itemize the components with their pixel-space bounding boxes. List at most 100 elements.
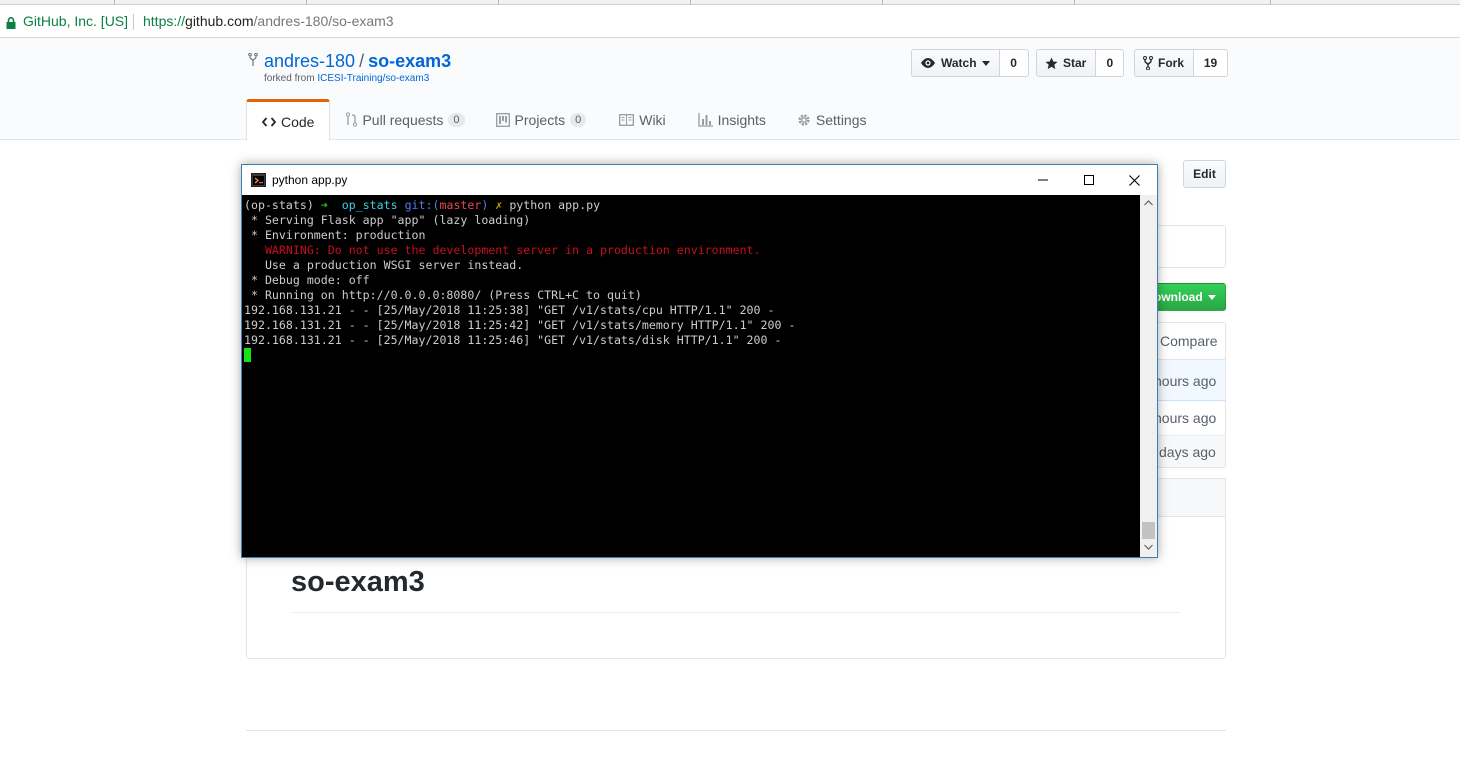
file-time: days ago	[1159, 444, 1216, 460]
forked-from-link[interactable]: ICESI-Training/so-exam3	[317, 73, 429, 84]
prompt-git: git:(	[404, 198, 440, 212]
file-time: hours ago	[1154, 410, 1217, 426]
footer-divider	[246, 730, 1226, 731]
prompt-dirty: ✗	[495, 198, 503, 212]
console-output[interactable]: (op-stats) ➜ op_stats git:(master) ✗ pyt…	[242, 195, 1140, 557]
repo-owner-link[interactable]: andres-180	[264, 51, 355, 71]
watch-button[interactable]: Watch	[911, 49, 1000, 77]
console-log-line: 192.168.131.21 - - [25/May/2018 11:25:38…	[244, 303, 775, 317]
close-button[interactable]	[1111, 165, 1157, 195]
address-bar[interactable]: GitHub, Inc. [US] https://github.com/and…	[0, 5, 1460, 38]
console-line: Use a production WSGI server instead.	[244, 258, 524, 272]
prompt-command: python app.py	[509, 198, 601, 212]
star-count[interactable]: 0	[1096, 49, 1125, 77]
pull-request-icon	[346, 112, 358, 127]
console-title: python app.py	[272, 173, 348, 187]
tab-wiki[interactable]: Wiki	[619, 99, 666, 140]
tab-settings-label: Settings	[815, 111, 867, 128]
console-line: * Debug mode: off	[244, 273, 370, 287]
file-list-panel: Compare hours ago hours ago days ago	[1150, 322, 1226, 468]
tab-insights-label: Insights	[717, 111, 766, 128]
tab-projects-label: Projects	[514, 111, 566, 128]
file-row[interactable]: hours ago	[1150, 401, 1225, 436]
projects-counter: 0	[570, 112, 587, 127]
maximize-button[interactable]	[1066, 165, 1112, 195]
lock-icon	[6, 17, 16, 29]
eye-icon	[921, 58, 935, 68]
watch-label: Watch	[941, 56, 977, 70]
star-label: Star	[1063, 56, 1087, 70]
graph-icon	[698, 112, 713, 127]
scroll-down-icon[interactable]	[1144, 544, 1153, 550]
console-window[interactable]: python app.py (op-stats) ➜ op_stats git:…	[241, 164, 1158, 558]
repo-forked-icon	[248, 53, 258, 66]
url-protocol: https://	[143, 13, 186, 29]
forked-from-prefix: forked from	[264, 73, 318, 84]
watch-count[interactable]: 0	[999, 49, 1029, 77]
watch-group: Watch 0	[911, 49, 1029, 77]
fork-label: Fork	[1158, 56, 1185, 70]
fork-count[interactable]: 19	[1194, 49, 1229, 77]
url-path: /andres-180/so-exam3	[253, 13, 394, 29]
tab-insights[interactable]: Insights	[698, 99, 766, 140]
fork-group: Fork 19	[1134, 49, 1229, 77]
console-log-line: 192.168.131.21 - - [25/May/2018 11:25:46…	[244, 333, 782, 347]
compare-link[interactable]: Compare	[1160, 333, 1218, 349]
readme-header	[1150, 478, 1226, 517]
prompt-env: (op-stats)	[244, 198, 314, 212]
description-box	[1150, 225, 1226, 268]
prompt-branch: master	[439, 198, 482, 212]
console-line: * Serving Flask app "app" (lazy loading)	[244, 213, 531, 227]
clone-download-label: ownload	[1154, 290, 1203, 304]
chevron-down-icon	[1207, 294, 1216, 300]
book-icon	[619, 113, 635, 126]
fork-button[interactable]: Fork	[1134, 49, 1195, 77]
site-identity[interactable]: GitHub, Inc. [US]	[23, 13, 128, 29]
repo-name-link[interactable]: so-exam3	[368, 51, 451, 71]
fork-icon	[1143, 56, 1153, 70]
readme-title-rule	[291, 612, 1180, 613]
tab-settings[interactable]: Settings	[797, 99, 867, 140]
console-scrollbar[interactable]	[1140, 195, 1157, 557]
console-warning-line: WARNING: Do not use the development serv…	[244, 243, 761, 257]
prompt-arrow: ➜	[320, 198, 328, 212]
tab-pull-requests[interactable]: Pull requests 0	[346, 99, 465, 140]
repo-nav-tabs: Code Pull requests 0 Projects 0 Wiki Ins…	[246, 99, 867, 141]
console-log-line: 192.168.131.21 - - [25/May/2018 11:25:42…	[244, 318, 796, 332]
prompt-git-close: )	[481, 198, 489, 212]
edit-description-button[interactable]: Edit	[1183, 160, 1226, 188]
maximize-icon	[1084, 175, 1094, 185]
repo-header: andres-180/so-exam3 forked from ICESI-Tr…	[0, 38, 1460, 141]
tab-code[interactable]: Code	[246, 99, 331, 141]
console-line: * Running on http://0.0.0.0:8080/ (Press…	[244, 288, 642, 302]
console-cursor-line	[244, 348, 1140, 363]
star-button[interactable]: Star	[1036, 49, 1097, 77]
readme-title: so-exam3	[291, 566, 425, 598]
tab-wiki-label: Wiki	[639, 111, 666, 128]
minimize-button[interactable]	[1020, 165, 1066, 195]
repo-title: andres-180/so-exam3	[264, 51, 451, 72]
chevron-down-icon	[981, 60, 990, 66]
console-scroll-thumb[interactable]	[1142, 522, 1155, 539]
console-prompt-line: (op-stats) ➜ op_stats git:(master) ✗ pyt…	[244, 198, 1140, 213]
url-text[interactable]: https://github.com/andres-180/so-exam3	[143, 13, 394, 29]
forked-from: forked from ICESI-Training/so-exam3	[264, 73, 429, 84]
console-cursor	[244, 348, 251, 362]
repo-title-separator: /	[359, 51, 365, 71]
scroll-up-icon[interactable]	[1144, 200, 1153, 206]
code-icon	[262, 116, 276, 127]
file-row[interactable]: days ago	[1150, 436, 1225, 467]
commit-row: hours ago	[1150, 360, 1225, 401]
clone-download-button[interactable]: ownload	[1150, 283, 1226, 311]
address-separator	[133, 14, 134, 30]
console-titlebar[interactable]: python app.py	[242, 165, 1157, 195]
prompt-dir: op_stats	[341, 198, 398, 212]
tab-code-label: Code	[281, 113, 315, 130]
compare-row: Compare	[1150, 323, 1225, 360]
tab-projects[interactable]: Projects 0	[495, 99, 587, 140]
terminal-app-icon	[251, 173, 266, 187]
url-host: github.com	[185, 13, 254, 29]
commit-time: hours ago	[1154, 373, 1217, 389]
project-icon	[495, 112, 510, 127]
close-icon	[1128, 174, 1140, 186]
